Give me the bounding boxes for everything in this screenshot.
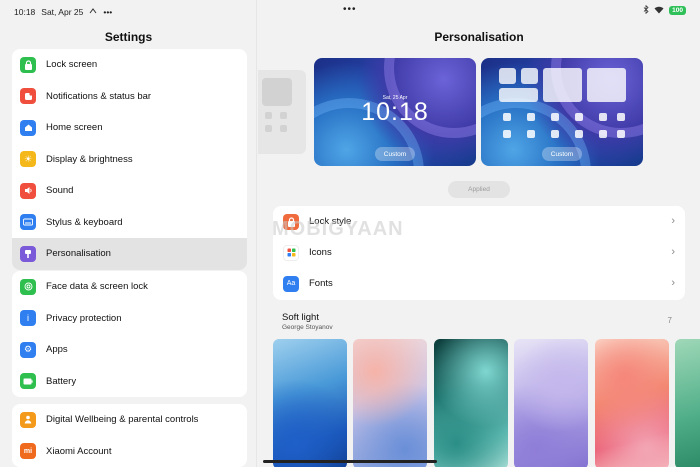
font-icon: Aa [283,275,299,292]
status-date: Sat, Apr 25 [41,7,84,17]
applied-button[interactable]: Applied [448,181,510,198]
settings-sidebar: Settings Lock screen Notifications & sta… [0,0,257,467]
gesture-home-bar[interactable] [263,460,437,463]
wallpaper-section-title: Soft light [282,312,319,323]
multitask-dots[interactable]: ••• [343,4,357,15]
home-custom-button[interactable]: Custom [542,147,582,161]
sidebar-item-personalisation[interactable]: Personalisation [12,238,247,270]
sidebar-item-battery[interactable]: Battery [12,366,247,398]
sidebar-item-label: Privacy protection [46,312,122,324]
option-icons[interactable]: Icons › [273,237,685,268]
sidebar-title: Settings [104,30,153,44]
sidebar-item-apps[interactable]: ⚙ Apps [12,334,247,366]
sidebar-item-stylus-keyboard[interactable]: Stylus & keyboard [12,207,247,239]
status-right: 100 [643,4,686,16]
chevron-right-icon: › [671,277,675,289]
wallpaper-preview-previous[interactable] [258,70,306,154]
sun-icon: ☀ [20,151,36,168]
wallpaper-section-author: George Stoyanov [282,324,333,331]
sidebar-item-label: Personalisation [46,248,111,260]
watermark: MOBIGYAAN [272,218,404,240]
grid-icon [283,244,299,261]
home-icon [20,119,36,136]
wallpaper-thumbnail[interactable] [434,339,508,467]
option-label: Icons [309,247,332,258]
sidebar-item-face-data[interactable]: Face data & screen lock [12,271,247,303]
sidebar-item-label: Xiaomi Account [46,445,112,457]
sidebar-item-label: Apps [46,344,68,356]
sidebar-item-lock-screen[interactable]: Lock screen [12,49,247,81]
chevron-right-icon: › [671,246,675,258]
sidebar-item-label: Lock screen [46,59,98,71]
bluetooth-icon [643,4,649,16]
battery-indicator: 100 [669,6,686,15]
settings-group-3: Digital Wellbeing & parental controls mi… [12,404,247,467]
keyboard-icon [20,214,36,231]
face-icon [20,278,36,295]
sidebar-item-home-screen[interactable]: Home screen [12,112,247,144]
status-time: 10:18 [14,7,36,17]
speaker-icon [20,182,36,199]
settings-group-2: Face data & screen lock i Privacy protec… [12,271,247,397]
sidebar-item-label: Sound [46,185,74,197]
mi-icon: mi [20,443,36,460]
wifi-icon [654,6,664,16]
sidebar-item-notifications[interactable]: Notifications & status bar [12,81,247,113]
wallpaper-thumbnail[interactable] [675,339,700,467]
lock-icon [20,56,36,73]
page-title: Personalisation [434,30,524,44]
home-screen-preview[interactable]: Custom [481,58,643,166]
sidebar-item-label: Notifications & status bar [46,90,152,102]
settings-screen: Settings Lock screen Notifications & sta… [0,0,700,467]
chevron-right-icon: › [671,215,675,227]
sidebar-item-label: Display & brightness [46,153,133,165]
sidebar-item-sound[interactable]: Sound [12,175,247,207]
status-bar: 10:18 Sat, Apr 25 ••• ••• 100 [0,0,700,22]
notification-icon [20,88,36,105]
sidebar-item-privacy[interactable]: i Privacy protection [12,303,247,335]
wallpaper-section-count[interactable]: 7 [668,316,672,325]
lock-preview-time: 10:18 [361,98,429,126]
wallpaper-thumbnail[interactable] [514,339,588,467]
gear-icon: ⚙ [20,341,36,358]
battery-icon [20,373,36,390]
settings-group-1: Lock screen Notifications & status bar H… [12,49,247,270]
info-icon: i [20,310,36,327]
sidebar-item-label: Stylus & keyboard [46,216,123,228]
status-left: 10:18 Sat, Apr 25 ••• [14,7,112,17]
option-label: Fonts [309,278,333,289]
more-notifications-icon: ••• [103,7,113,17]
sidebar-item-digital-wellbeing[interactable]: Digital Wellbeing & parental controls [12,404,247,436]
sidebar-item-label: Face data & screen lock [46,281,148,293]
person-icon [20,411,36,428]
sidebar-item-xiaomi-account[interactable]: mi Xiaomi Account [12,436,247,467]
wallpaper-thumbnail[interactable] [595,339,669,467]
wallpaper-thumbnail[interactable] [353,339,427,467]
lock-screen-preview[interactable]: Sat, 25 Apr 10:18 Custom [314,58,476,166]
option-fonts[interactable]: Aa Fonts › [273,268,685,299]
sidebar-item-label: Home screen [46,122,103,134]
personalisation-pane: Personalisation Sat, 25 Apr 10:18 Custom [258,0,700,467]
sidebar-item-label: Digital Wellbeing & parental controls [46,414,199,426]
sidebar-item-display[interactable]: ☀ Display & brightness [12,144,247,176]
sidebar-item-label: Battery [46,375,77,387]
wallpaper-thumbnail[interactable] [273,339,347,467]
status-notification-icon [89,7,97,17]
lock-custom-button[interactable]: Custom [375,147,415,161]
brush-icon [20,245,36,262]
